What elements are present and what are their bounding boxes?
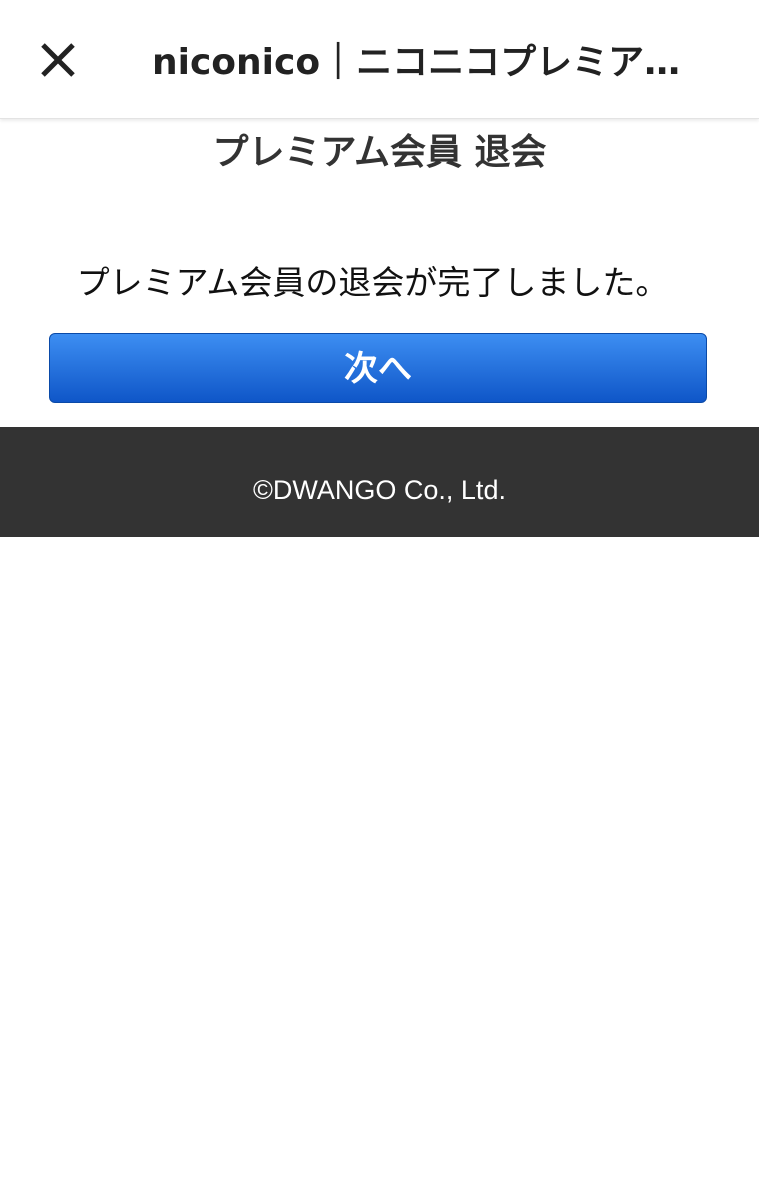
close-icon[interactable] [36, 38, 80, 82]
app-bar: niconico｜ニコニコプレミア… [0, 0, 759, 119]
footer: ©DWANGO Co., Ltd. [0, 427, 759, 537]
completion-message: プレミアム会員の退会が完了しました。 [76, 263, 669, 302]
next-button[interactable]: 次へ [49, 333, 707, 403]
app-bar-title: niconico｜ニコニコプレミア… [152, 42, 681, 83]
page-title: プレミアム会員 退会 [212, 132, 547, 173]
copyright-text: ©DWANGO Co., Ltd. [253, 475, 506, 505]
